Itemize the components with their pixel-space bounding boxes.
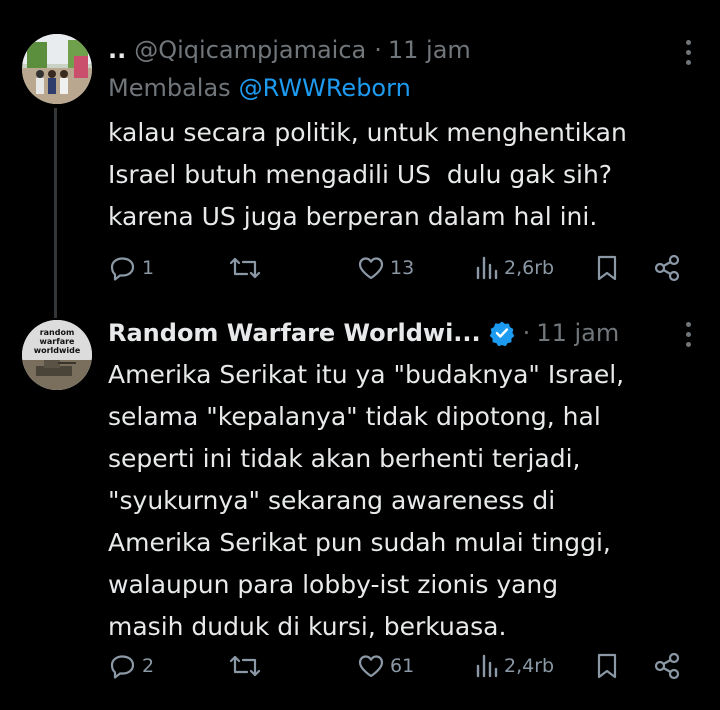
views-button[interactable]: 2,4rb xyxy=(474,646,554,686)
bookmark-button[interactable] xyxy=(594,646,620,686)
more-icon[interactable] xyxy=(686,322,692,347)
reply-count: 1 xyxy=(142,257,155,279)
action-bar: 2 61 2,4rb xyxy=(108,646,688,686)
reply-icon xyxy=(110,655,135,679)
avatar-logo-text: random warfare worldwide xyxy=(33,328,81,355)
more-icon[interactable] xyxy=(686,40,692,65)
action-bar: 1 13 2,6rb xyxy=(108,248,688,288)
handle[interactable]: @Qiqicampjamaica xyxy=(134,36,366,64)
views-count: 2,4rb xyxy=(504,655,555,677)
share-button[interactable] xyxy=(652,646,682,686)
separator: · xyxy=(374,36,382,64)
bookmark-icon xyxy=(597,653,617,679)
reply-button[interactable]: 1 xyxy=(108,248,154,288)
repost-button[interactable] xyxy=(228,646,266,686)
timestamp[interactable]: 11 jam xyxy=(536,319,619,347)
tweet-text: Amerika Serikat itu ya "budaknya" Israel… xyxy=(108,360,625,641)
repost-icon xyxy=(229,257,261,279)
verified-badge-icon xyxy=(489,321,514,346)
tweet-text: kalau secara politik, untuk menghentikan… xyxy=(108,118,627,231)
tweet-2[interactable]: random warfare worldwide Random Warfare … xyxy=(0,300,720,710)
views-icon xyxy=(476,256,498,280)
like-icon xyxy=(358,655,384,678)
views-count: 2,6rb xyxy=(504,257,555,279)
like-icon xyxy=(358,257,384,280)
reply-context: Membalas @RWWReborn xyxy=(108,72,411,104)
bookmark-icon xyxy=(597,255,617,281)
thread-line xyxy=(54,108,57,318)
share-icon xyxy=(654,254,680,282)
tweet-header: Random Warfare Worldwi... · 11 jam xyxy=(108,316,619,350)
reply-count: 2 xyxy=(142,655,155,677)
bookmark-button[interactable] xyxy=(594,248,620,288)
separator: · xyxy=(522,319,531,347)
like-button[interactable]: 13 xyxy=(356,248,414,288)
tweet-1[interactable]: .. @Qiqicampjamaica · 11 jam Membalas @R… xyxy=(0,0,720,318)
display-name[interactable]: Random Warfare Worldwi... xyxy=(108,319,481,347)
avatar-qiqicampjamaica[interactable] xyxy=(22,34,92,104)
reply-icon xyxy=(110,257,135,281)
views-button[interactable]: 2,6rb xyxy=(474,248,554,288)
reply-prefix: Membalas xyxy=(108,74,231,102)
share-icon xyxy=(654,652,680,680)
views-icon xyxy=(476,654,498,678)
display-name[interactable]: .. xyxy=(108,36,126,64)
repost-icon xyxy=(229,655,261,677)
like-count: 61 xyxy=(390,655,415,677)
avatar-random-warfare-worldwide[interactable]: random warfare worldwide xyxy=(22,320,92,390)
like-count: 13 xyxy=(390,257,415,279)
reply-button[interactable]: 2 xyxy=(108,646,154,686)
like-button[interactable]: 61 xyxy=(356,646,414,686)
share-button[interactable] xyxy=(652,248,682,288)
repost-button[interactable] xyxy=(228,248,266,288)
timestamp[interactable]: 11 jam xyxy=(388,36,471,64)
reply-to-link[interactable]: @RWWReborn xyxy=(239,74,411,102)
tweet-header: .. @Qiqicampjamaica · 11 jam xyxy=(108,34,471,66)
